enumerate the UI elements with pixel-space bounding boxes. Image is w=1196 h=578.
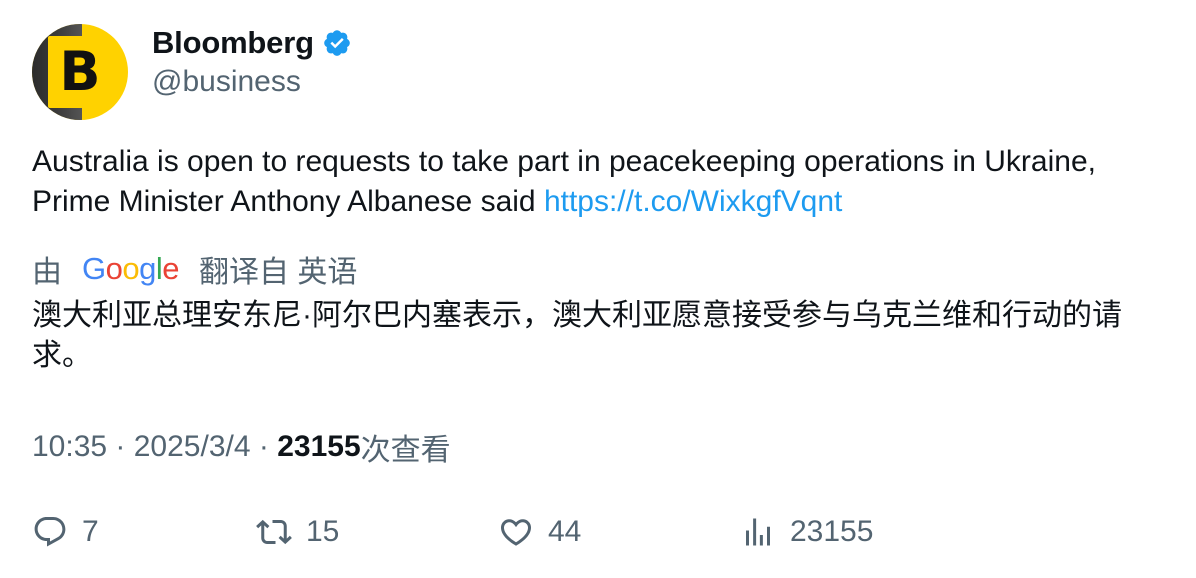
tweet-time[interactable]: 10:35 xyxy=(32,430,107,464)
reply-icon xyxy=(34,517,66,547)
tweet-text: Australia is open to requests to take pa… xyxy=(32,142,1172,222)
meta-separator: · xyxy=(107,430,134,463)
display-name-row: Bloomberg xyxy=(152,24,352,62)
display-name[interactable]: Bloomberg xyxy=(152,25,314,61)
translation-attribution: 由 Google 翻译自 英语 xyxy=(32,247,357,291)
views-suffix: 次查看 xyxy=(360,434,451,467)
avatar[interactable]: B xyxy=(32,24,128,120)
translation-prefix: 由 xyxy=(32,256,62,289)
reply-count: 7 xyxy=(82,515,99,548)
handle[interactable]: @business xyxy=(152,65,352,99)
translated-text: 澳大利亚总理安东尼·阿尔巴内塞表示，澳大利亚愿意接受参与乌克兰维和行动的请求。 xyxy=(32,299,1122,372)
action-bar: 7 15 44 23155 xyxy=(32,510,1172,554)
verified-badge-icon[interactable] xyxy=(322,28,352,58)
like-count: 44 xyxy=(548,515,582,548)
tweet-header: B Bloomberg @business xyxy=(32,24,352,120)
analytics-icon xyxy=(746,518,770,546)
tweet-card: B Bloomberg @business Australia is open … xyxy=(0,0,1196,578)
reply-button[interactable]: 7 xyxy=(32,510,99,554)
retweet-count: 15 xyxy=(306,515,340,548)
views-count: 23155 xyxy=(277,430,361,463)
tweet-link[interactable]: https://t.co/WixkgfVqnt xyxy=(544,185,842,218)
retweet-icon xyxy=(256,519,292,545)
tweet-date[interactable]: 2025/3/4 xyxy=(134,430,251,464)
translation-suffix: 翻译自 英语 xyxy=(199,256,358,289)
views-action-count: 23155 xyxy=(790,515,874,548)
meta-separator: · xyxy=(250,430,278,463)
like-button[interactable]: 44 xyxy=(498,510,581,554)
avatar-logo: B xyxy=(48,36,112,108)
heart-icon xyxy=(500,519,532,546)
tweet-meta: 10:35 · 2025/3/4 · 23155 次查看 xyxy=(32,425,451,469)
google-logo[interactable]: Google xyxy=(82,251,180,287)
retweet-button[interactable]: 15 xyxy=(256,510,339,554)
views-button[interactable]: 23155 xyxy=(740,510,873,554)
author-info: Bloomberg @business xyxy=(152,24,352,99)
